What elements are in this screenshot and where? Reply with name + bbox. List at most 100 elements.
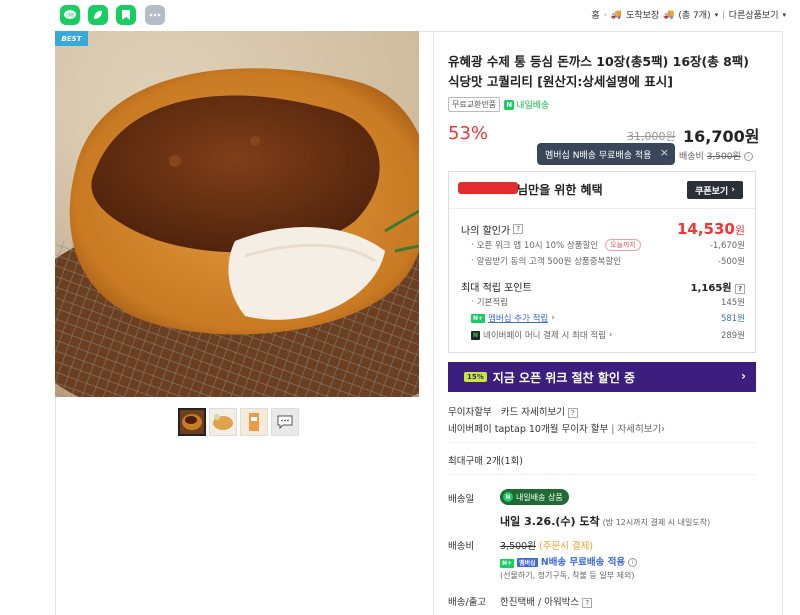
product-tags: 무료교환반품 N 내일배송	[448, 97, 549, 112]
membership-points-value: 581원	[720, 314, 745, 324]
thumbnail-more[interactable]	[271, 408, 299, 436]
basic-points-label: 기본적립	[476, 298, 508, 308]
help-icon[interactable]: ?	[568, 408, 578, 418]
section-divider	[448, 474, 756, 475]
my-discount-price: 14,530	[676, 220, 735, 238]
shipping-exclusion: (선물하기, 정기구독, 착불 등 일부 제외)	[500, 570, 634, 581]
help-icon[interactable]: ?	[513, 224, 524, 234]
shipping-fee-summary: 배송비 3,500원 i	[679, 149, 753, 162]
thumbnail-1[interactable]	[178, 408, 206, 436]
breadcrumb-home[interactable]: 홈	[591, 8, 599, 21]
column-divider	[433, 31, 434, 615]
today-only-tag: 오늘까지	[605, 239, 641, 251]
line-share-button[interactable]: LINE	[60, 5, 80, 25]
shipping-fee-value: 3,500원	[500, 541, 536, 552]
tomorrow-delivery-badge-text: 내일배송 상품	[516, 492, 563, 502]
basic-points-value: 145원	[720, 298, 745, 308]
benefit-divider	[449, 208, 755, 209]
sale-price: 16,700원	[683, 127, 760, 146]
benefit-box: 님만을 위한 혜택 쿠폰보기 › 나의 할인가? 14,530원 · 오픈 위크 …	[448, 171, 756, 353]
redacted-username	[458, 182, 518, 194]
benefit-header: 님만을 위한 혜택	[517, 183, 603, 197]
my-discount-row: 나의 할인가? 14,530원	[461, 220, 745, 238]
thumbnail-3[interactable]	[240, 408, 268, 436]
points-detail-row: N+ 멤버십 추가 적립 › 581원	[461, 312, 745, 324]
shipping-fee-row: 3,500원 (주문시 결제)	[500, 538, 593, 552]
info-icon[interactable]: i	[628, 558, 638, 567]
divider: |	[722, 10, 725, 19]
points-detail-row: N 네이버페이 머니 결제 시 최대 적립 › 289원	[461, 329, 745, 341]
points-label: 최대 적립 포인트	[461, 283, 532, 294]
open-week-discount-label: 오픈 위크 앱 10시 10% 상품할인	[476, 241, 599, 251]
courier-value: 한진택배 / 아워박스	[500, 597, 580, 608]
points-value: 1,165원	[690, 283, 732, 294]
help-icon[interactable]: ?	[582, 598, 593, 608]
chevron-right-icon: ›	[603, 10, 607, 19]
chat-icon: LINE	[64, 10, 76, 19]
close-icon[interactable]: ×	[660, 146, 669, 159]
npay-icon: N	[471, 330, 481, 340]
shipping-fee-note: (주문시 결제)	[538, 541, 594, 552]
open-week-discount-value: -1,670원	[709, 241, 745, 251]
banner-text: 지금 오픈 위크 절찬 할인 중	[492, 370, 636, 385]
shipping-fee-amount: 3,500원	[706, 152, 741, 162]
n-delivery-icon: N	[504, 99, 515, 110]
naverpay-installment-text: 네이버페이 taptap 10개월 무이자 할부	[448, 424, 609, 435]
tonkatsu-image	[55, 31, 419, 397]
points-detail-row: · 기본적립 145원	[461, 296, 745, 308]
chevron-right-icon: ›	[551, 313, 555, 323]
shipping-fee-label: 배송비	[679, 152, 704, 162]
n-delivery-icon: N	[503, 492, 513, 502]
more-share-button[interactable]	[145, 5, 165, 25]
section-divider	[448, 442, 756, 443]
discount-detail-row: · 오픈 위크 앱 10시 10% 상품할인 오늘까지 -1,670원	[461, 239, 745, 251]
breadcrumb-arrival[interactable]: 도착보장	[626, 8, 659, 21]
original-price: 31,000원	[627, 130, 676, 143]
best-badge: BEST	[55, 31, 88, 46]
delivery-note: (밤 12시까지 결제 시 내일도착)	[602, 518, 711, 527]
card-detail-link[interactable]: 카드 자세히보기	[501, 407, 565, 418]
coupon-button-label: 쿠폰보기	[695, 186, 729, 197]
delivery-date-row: 내일 3.26.(수) 도착 (밤 12시까지 결제 시 내일도착)	[500, 513, 710, 529]
top-bar: LINE 홈 › 🚚 도착보장 🚚 (총 7개) ▾ | 다른상품보기 ▾	[0, 0, 800, 30]
tooltip-text: 멤버십 N배송 무료배송 적용	[545, 150, 652, 161]
tomorrow-delivery-label: 내일배송	[516, 101, 550, 111]
membership-tooltip: 멤버십 N배송 무료배송 적용 ×	[537, 143, 675, 165]
open-week-banner[interactable]: 15% 지금 오픈 위크 절찬 할인 중 ›	[448, 362, 756, 392]
tomorrow-delivery-tag: N 내일배송	[504, 98, 549, 111]
bookmark-icon	[122, 10, 130, 20]
other-products-link[interactable]: 다른상품보기	[729, 8, 779, 21]
currency-unit: 원	[734, 224, 745, 237]
truck-icon: 🚚	[663, 9, 675, 20]
alert-discount-value: -500원	[717, 257, 745, 267]
thumbnail-2[interactable]	[209, 408, 237, 436]
bookmark-share-button[interactable]	[116, 5, 136, 25]
chevron-right-icon: ›	[661, 424, 665, 435]
max-purchase: 최대구매 2개(1회)	[448, 456, 523, 467]
n-plus-icon: N+	[500, 559, 515, 568]
product-main-image[interactable]: BEST	[55, 31, 419, 397]
membership-badge: 멤버십	[517, 558, 538, 567]
membership-points-link[interactable]: 멤버십 추가 적립	[488, 312, 548, 324]
n-free-shipping-text: N배송 무료배송 적용	[540, 557, 626, 568]
speech-bubble-icon	[277, 415, 293, 429]
chevron-right-icon: ›	[609, 330, 613, 340]
band-share-button[interactable]	[88, 5, 108, 25]
thumbnail-strip	[178, 408, 299, 436]
free-return-tag: 무료교환반품	[448, 97, 501, 112]
svg-text:LINE: LINE	[66, 13, 75, 18]
n-free-shipping-row: N+ 멤버십 N배송 무료배송 적용 i	[500, 554, 638, 568]
banner-badge: 15%	[464, 372, 487, 382]
naverpay-detail-link[interactable]: 자세히보기	[617, 424, 661, 435]
help-icon[interactable]: ?	[735, 284, 745, 294]
n-plus-icon: N+	[471, 313, 486, 323]
bullet: ·	[471, 240, 474, 250]
delivery-label: 배송일	[448, 494, 475, 505]
discount-detail-row: · 알림받기 동의 고객 500원 상품중복할인 -500원	[461, 255, 745, 267]
npay-points-link[interactable]: 네이버페이 머니 결제 시 최대 적립	[483, 329, 606, 341]
shipping-label: 배송비	[448, 541, 475, 552]
info-icon[interactable]: i	[743, 152, 753, 161]
coupon-button[interactable]: 쿠폰보기 ›	[687, 181, 743, 199]
truck-icon: 🚚	[610, 9, 623, 20]
breadcrumb-count[interactable]: (총 7개)	[678, 8, 710, 21]
